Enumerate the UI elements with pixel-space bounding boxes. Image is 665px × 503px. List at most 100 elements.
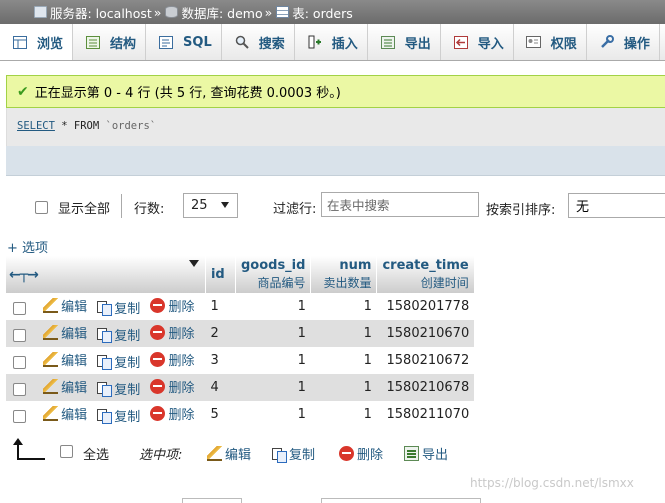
- success-message: ✔ 正在显示第 0 - 4 行 (共 5 行, 查询花费 0.0003 秒。): [6, 75, 665, 108]
- select-all-checkbox[interactable]: [60, 445, 73, 458]
- tab-search[interactable]: 搜索: [222, 24, 295, 60]
- copy-button[interactable]: 复制: [97, 379, 140, 398]
- filter-input[interactable]: 在表中搜索: [321, 192, 479, 217]
- cell-id[interactable]: 1: [205, 293, 236, 320]
- edit-label: 编辑: [61, 354, 88, 369]
- show-all-control[interactable]: 显示全部: [35, 198, 110, 217]
- edit-label: 编辑: [61, 408, 88, 423]
- column-resize-arrows-icon[interactable]: ←┬→: [9, 267, 39, 283]
- bulk-copy-label: 复制: [289, 448, 316, 463]
- copy-button[interactable]: 复制: [97, 325, 140, 344]
- bulk-copy-button[interactable]: 复制: [272, 444, 315, 463]
- tab-structure[interactable]: 结构: [73, 24, 147, 60]
- cell-id[interactable]: 2: [205, 320, 236, 347]
- copy-icon: [97, 382, 113, 397]
- table-row[interactable]: 编辑 复制 删除 3 1 1 1580210672: [6, 347, 475, 374]
- column-header-create-time[interactable]: create_time 创建时间: [376, 256, 475, 293]
- row-checkbox[interactable]: [13, 356, 26, 369]
- check-icon: ✔: [17, 83, 29, 100]
- cell-goods-id[interactable]: 1: [235, 293, 311, 320]
- table-row[interactable]: 编辑 复制 删除 4 1 1 1580210678: [6, 374, 475, 401]
- sort-by-index-select[interactable]: 无: [568, 193, 665, 218]
- sort-by-index-label: 按索引排序:: [486, 203, 556, 218]
- sql-keyword-select[interactable]: SELECT: [17, 120, 55, 132]
- delete-icon: [150, 379, 166, 394]
- cell-id[interactable]: 5: [205, 401, 236, 428]
- tab-operations[interactable]: 操作: [587, 24, 660, 60]
- pencil-icon: [43, 325, 59, 340]
- row-actions-cell: 编辑 复制 删除: [6, 401, 206, 428]
- delete-button[interactable]: 删除: [150, 350, 194, 369]
- show-all-checkbox[interactable]: [35, 201, 48, 214]
- tab-browse[interactable]: 浏览: [0, 24, 74, 60]
- cell-create-time[interactable]: 1580210678: [376, 374, 475, 401]
- table-row[interactable]: 编辑 复制 删除 1 1 1 1580201778: [6, 293, 475, 320]
- cell-create-time[interactable]: 1580210670: [376, 320, 475, 347]
- breadcrumb-server[interactable]: 服务器: localhost: [50, 3, 152, 22]
- edit-button[interactable]: 编辑: [43, 296, 87, 315]
- select-all-label[interactable]: 全选: [83, 444, 109, 463]
- tab-export[interactable]: 导出: [368, 24, 441, 60]
- row-checkbox[interactable]: [13, 410, 26, 423]
- column-header-id[interactable]: id: [205, 256, 236, 293]
- edit-button[interactable]: 编辑: [43, 377, 87, 396]
- chevron-down-icon[interactable]: [188, 260, 199, 267]
- watermark: https://blog.csdn.net/lsmxx: [470, 476, 634, 490]
- delete-button[interactable]: 删除: [150, 377, 194, 396]
- column-header-goods-id[interactable]: goods_id 商品编号: [235, 256, 312, 293]
- delete-button[interactable]: 删除: [150, 404, 194, 423]
- edit-button[interactable]: 编辑: [43, 323, 87, 342]
- column-name: num: [339, 258, 372, 273]
- bulk-delete-button[interactable]: 删除: [339, 444, 383, 463]
- tab-sql[interactable]: SQL: [146, 24, 222, 60]
- copy-button[interactable]: 复制: [97, 298, 140, 317]
- cell-goods-id[interactable]: 1: [235, 401, 311, 428]
- cell-num[interactable]: 1: [310, 374, 377, 401]
- delete-button[interactable]: 删除: [150, 323, 194, 342]
- rows-per-page-select[interactable]: 25: [183, 193, 238, 218]
- tab-insert[interactable]: 插入: [295, 24, 368, 60]
- tab-label: 操作: [623, 36, 650, 52]
- tab-privileges[interactable]: 权限: [514, 24, 587, 60]
- table-row[interactable]: 编辑 复制 删除 5 1 1 1580211070: [6, 401, 475, 428]
- delete-icon: [150, 352, 166, 367]
- row-checkbox[interactable]: [13, 383, 26, 396]
- row-checkbox[interactable]: [13, 329, 26, 342]
- sql-query-rest: * FROM: [54, 120, 106, 132]
- copy-button[interactable]: 复制: [97, 406, 140, 425]
- selected-items-label: 选中项:: [139, 448, 183, 463]
- cell-goods-id[interactable]: 1: [235, 374, 311, 401]
- copy-button[interactable]: 复制: [97, 352, 140, 371]
- rows-label: 行数:: [134, 202, 165, 217]
- cell-num[interactable]: 1: [310, 293, 377, 320]
- breadcrumb-database[interactable]: 数据库: demo: [181, 3, 262, 22]
- bulk-edit-button[interactable]: 编辑: [207, 444, 251, 463]
- filter-placeholder: 在表中搜索: [327, 198, 390, 213]
- bulk-export-button[interactable]: 导出: [404, 444, 448, 463]
- row-checkbox[interactable]: [13, 302, 26, 315]
- sql-query-toolbar: [6, 146, 665, 176]
- edit-button[interactable]: 编辑: [43, 350, 87, 369]
- delete-icon: [150, 406, 166, 421]
- cell-goods-id[interactable]: 1: [235, 320, 311, 347]
- show-all-label: 显示全部: [58, 202, 111, 217]
- sort-by-index-value: 无: [576, 200, 590, 215]
- edit-button[interactable]: 编辑: [43, 404, 87, 423]
- cell-num[interactable]: 1: [310, 401, 377, 428]
- cell-goods-id[interactable]: 1: [235, 347, 311, 374]
- delete-button[interactable]: 删除: [150, 296, 194, 315]
- cell-id[interactable]: 4: [205, 374, 236, 401]
- tab-import[interactable]: 导入: [441, 24, 514, 60]
- cell-id[interactable]: 3: [205, 347, 236, 374]
- cell-create-time[interactable]: 1580201778: [376, 293, 475, 320]
- cell-num[interactable]: 1: [310, 347, 377, 374]
- cell-create-time[interactable]: 1580210672: [376, 347, 475, 374]
- breadcrumb-table[interactable]: 表: orders: [292, 3, 353, 22]
- column-header-num[interactable]: num 卖出数量: [310, 256, 378, 293]
- options-link[interactable]: + 选项: [7, 237, 48, 256]
- bulk-edit-label: 编辑: [225, 448, 252, 463]
- cell-num[interactable]: 1: [310, 320, 377, 347]
- table-row[interactable]: 编辑 复制 删除 2 1 1 1580210670: [6, 320, 475, 347]
- delete-icon: [150, 325, 166, 340]
- cell-create-time[interactable]: 1580211070: [376, 401, 475, 428]
